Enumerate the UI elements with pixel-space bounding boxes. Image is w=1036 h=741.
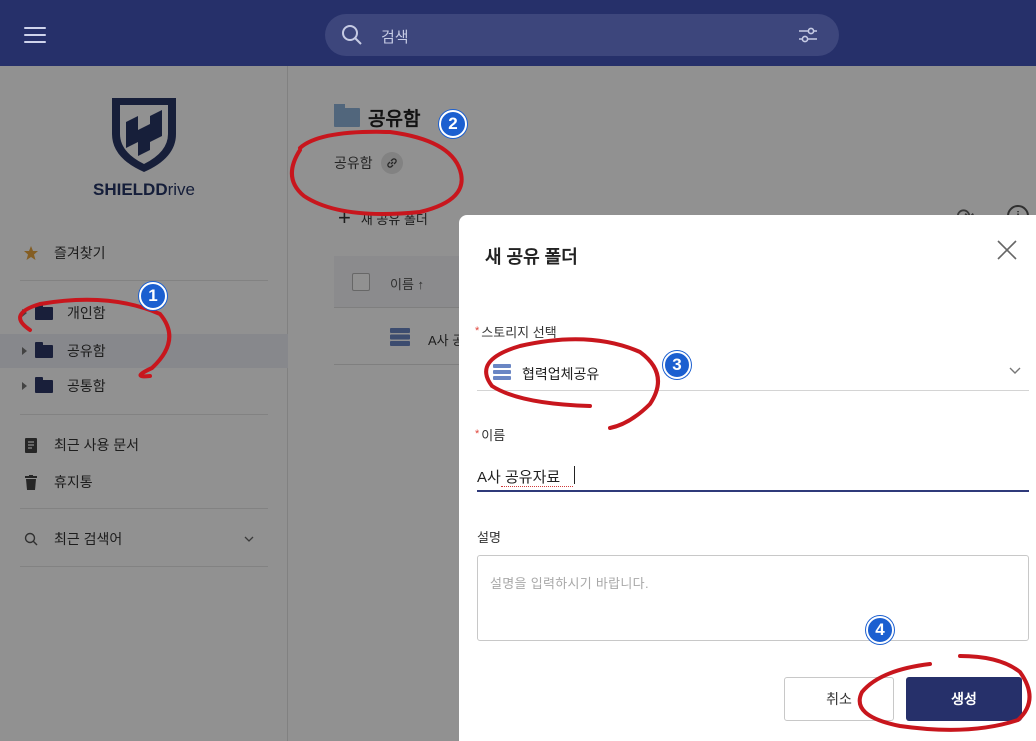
annotation-circle-3 — [484, 337, 660, 430]
step-badge-1: 1 — [139, 282, 167, 310]
annotation-circle-4 — [857, 654, 1032, 732]
annotation-circle-2 — [290, 129, 464, 216]
step-badge-3: 3 — [663, 351, 691, 379]
annotation-circle-1 — [18, 297, 172, 379]
step-badge-2: 2 — [439, 110, 467, 138]
step-badge-4: 4 — [866, 616, 894, 644]
